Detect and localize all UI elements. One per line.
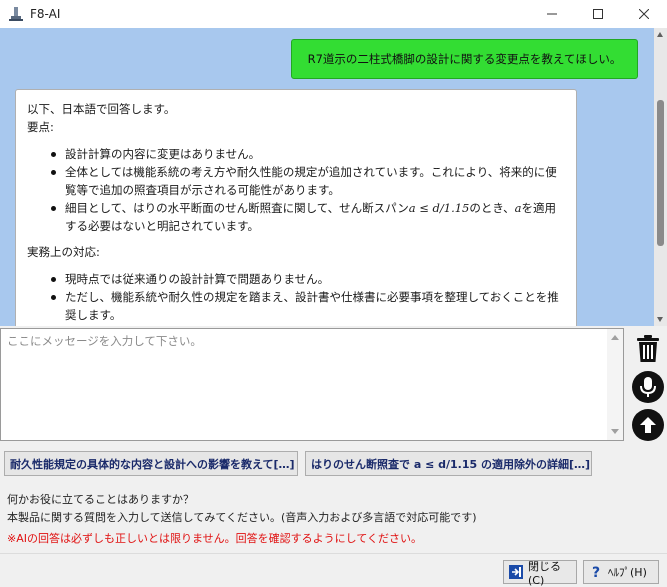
message-input[interactable] (1, 329, 607, 440)
help-button[interactable]: ? ﾍﾙﾌﾟ(H) (583, 560, 659, 584)
suggestion-button[interactable]: 耐久性能規定の具体的な内容と設計への影響を教えて[…] (4, 451, 298, 476)
maximize-icon (593, 9, 603, 19)
point-text: 細目として、はりの水平断面のせん断照査に関して、せん断スパン (65, 201, 409, 215)
voice-input-button[interactable] (632, 371, 664, 403)
user-message-text: R7道示の二柱式橋脚の設計に関する変更点を教えてほしい。 (307, 52, 622, 66)
svg-text:?: ? (592, 565, 600, 579)
ai-heading-points: 要点: (27, 120, 54, 134)
scroll-up-icon[interactable] (657, 32, 663, 37)
chat-scrollbar[interactable] (654, 28, 667, 326)
window-title: F8-AI (30, 7, 61, 21)
math-expression: a ≤ d/1.15 (408, 201, 470, 215)
ai-heading-actions: 実務上の対応: (27, 245, 100, 259)
ai-intro: 以下、日本語で回答します。 (27, 102, 176, 116)
input-scrollbar[interactable] (607, 329, 623, 440)
microphone-icon (640, 377, 656, 397)
exit-icon (509, 565, 523, 579)
points-list: 設計計算の内容に変更はありません。 全体としては機能系統の考え方や耐久性能の規定… (27, 145, 565, 235)
list-item: 細目として、はりの水平断面のせん断照査に関して、せん断スパンa ≤ d/1.15… (27, 199, 565, 235)
scroll-up-icon[interactable] (611, 335, 619, 340)
title-bar: F8-AI (0, 0, 667, 28)
minimize-button[interactable] (529, 0, 575, 28)
list-item: 設計計算の内容に変更はありません。 (27, 145, 565, 163)
arrow-up-icon (640, 417, 656, 433)
chat-area: R7道示の二柱式橋脚の設計に関する変更点を教えてほしい。 以下、日本語で回答しま… (0, 28, 667, 326)
question-icon: ? (589, 565, 603, 579)
scroll-thumb[interactable] (657, 100, 664, 246)
scroll-down-icon[interactable] (657, 317, 663, 322)
ai-message: 以下、日本語で回答します。 要点: 設計計算の内容に変更はありません。 全体とし… (15, 89, 577, 326)
list-item: ただし、機能系統や耐久性の規定を踏まえ、設計書や仕様書に必要事項を整理しておくこ… (27, 288, 565, 324)
close-window-button[interactable] (621, 0, 667, 28)
list-item: 全体としては機能系統の考え方や耐久性能の規定が追加されています。これにより、将来… (27, 163, 565, 199)
info-text: 何かお役に立てることはありますか？ (7, 493, 194, 506)
message-input-box (0, 328, 624, 441)
point-text: のとき、 (469, 201, 515, 215)
minimize-icon (547, 13, 557, 15)
app-icon (8, 6, 24, 22)
list-item: 現時点では従来通りの設計計算で問題ありません。 (27, 270, 565, 288)
close-button[interactable]: 閉じる(C) (503, 559, 577, 587)
trash-icon (637, 335, 659, 362)
warning-text: ※AIの回答は必ずしも正しいとは限りません。回答を確認するようにしてください。 (7, 532, 422, 545)
bottom-bar: 閉じる(C) ? ﾍﾙﾌﾟ(H) (0, 553, 667, 587)
help-button-label: ﾍﾙﾌﾟ(H) (608, 566, 647, 579)
info-text: 本製品に関する質問を入力して送信してみてください。(音声入力および多言語で対応可… (7, 511, 477, 524)
close-button-label: 閉じる(C) (528, 559, 561, 587)
actions-list: 現時点では従来通りの設計計算で問題ありません。 ただし、機能系統や耐久性の規定を… (27, 270, 565, 324)
scroll-down-icon[interactable] (611, 429, 619, 434)
delete-button[interactable] (632, 333, 664, 365)
user-message: R7道示の二柱式橋脚の設計に関する変更点を教えてほしい。 (291, 39, 638, 79)
maximize-button[interactable] (575, 0, 621, 28)
close-icon (639, 9, 649, 19)
send-button[interactable] (632, 409, 664, 441)
suggestion-button[interactable]: はりのせん断照査で a ≤ d/1.15 の適用除外の詳細[…] (305, 451, 592, 476)
